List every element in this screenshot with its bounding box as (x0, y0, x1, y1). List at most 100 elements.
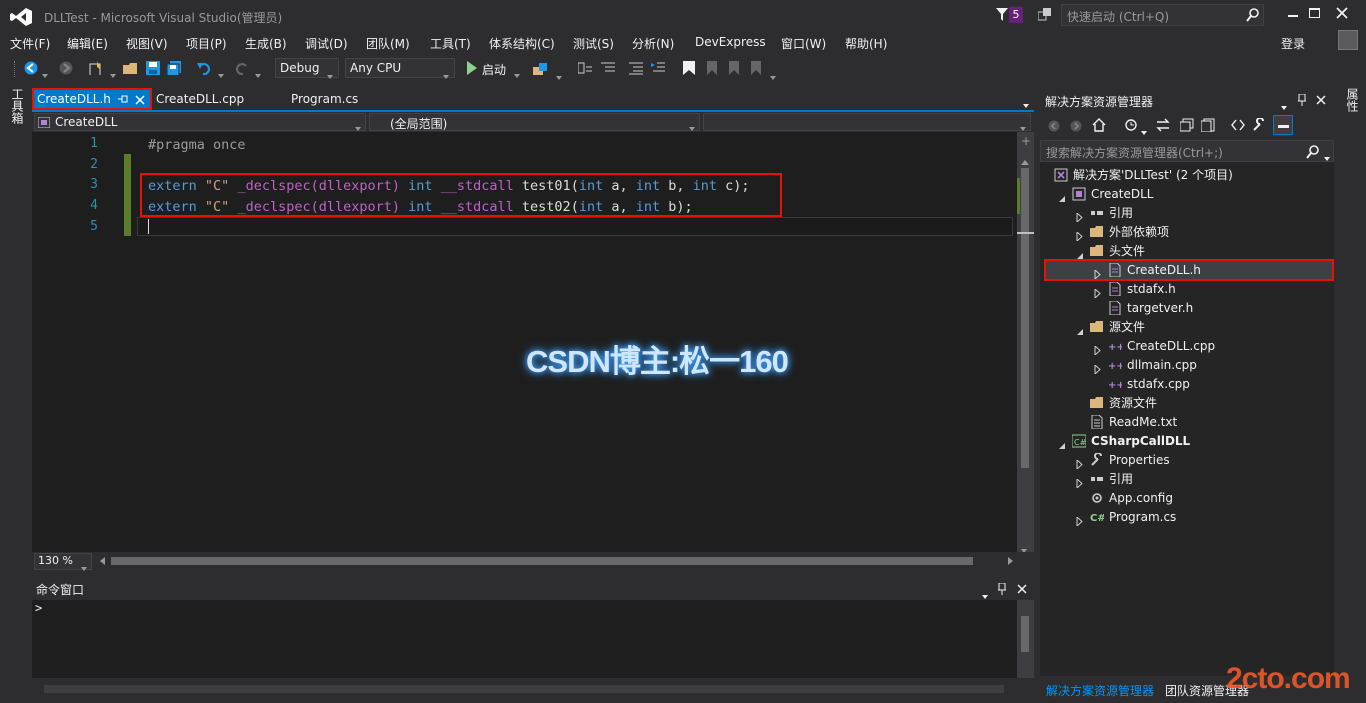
tree-row[interactable]: ReadMe.txt (1040, 413, 1334, 432)
tree-row[interactable]: 引用 (1040, 204, 1334, 224)
navigate-forward-icon[interactable] (59, 61, 73, 75)
close-window-button[interactable] (1336, 7, 1348, 19)
redo-icon[interactable] (233, 61, 247, 75)
scrollbar-thumb[interactable] (1021, 616, 1029, 652)
avatar[interactable] (1338, 30, 1358, 50)
tree-row[interactable]: CreateDLL (1040, 185, 1334, 204)
tree-row[interactable]: App.config (1040, 489, 1334, 508)
collapse-all-icon[interactable] (1180, 118, 1194, 132)
chevron-down-icon[interactable] (1141, 124, 1147, 138)
signin-link[interactable]: 登录 (1281, 35, 1305, 52)
command-horizontal-scrollbar[interactable] (32, 680, 1034, 697)
tree-row[interactable]: ++ dllmain.cpp (1040, 356, 1334, 376)
tab-createdll-cpp[interactable]: CreateDLL.cpp (156, 89, 244, 109)
zoom-dropdown[interactable]: 130 % (34, 553, 92, 571)
step-into-icon[interactable] (601, 61, 615, 75)
scroll-left-icon[interactable] (100, 557, 105, 565)
pin-icon[interactable] (118, 95, 128, 103)
notification-badge[interactable]: 5 (1009, 7, 1023, 23)
platform-dropdown[interactable]: Any CPU (345, 58, 455, 79)
close-icon[interactable] (1316, 95, 1326, 105)
sync-icon[interactable] (1156, 118, 1170, 132)
history-icon[interactable] (1124, 118, 1138, 132)
prev-bookmark-icon[interactable] (705, 61, 719, 75)
tab-program-cs[interactable]: Program.cs (291, 89, 358, 109)
menu-build[interactable]: 生成(B) (245, 35, 287, 52)
show-all-files-icon[interactable] (1201, 118, 1215, 132)
solution-tree[interactable]: 解决方案'DLLTest' (2 个项目) CreateDLL 引用 外部依赖项 头文件… (1040, 166, 1334, 678)
quick-launch-box[interactable]: 快速启动 (Ctrl+Q) (1061, 4, 1264, 26)
scroll-right-icon[interactable] (1008, 557, 1013, 565)
tree-row[interactable]: C# CSharpCallDLL (1040, 432, 1334, 451)
view-code-icon[interactable] (1231, 118, 1245, 132)
close-tab-icon[interactable] (135, 95, 145, 105)
minimize-button[interactable] (1284, 4, 1302, 24)
command-vertical-scrollbar[interactable] (1017, 600, 1034, 678)
menu-test[interactable]: 测试(S) (573, 35, 614, 52)
menu-edit[interactable]: 编辑(E) (67, 35, 108, 52)
tree-row[interactable]: targetver.h (1040, 299, 1334, 318)
search-icon[interactable] (1246, 8, 1260, 22)
properties-wrench-icon[interactable] (1252, 118, 1266, 132)
solution-search-box[interactable]: 搜索解决方案资源管理器(Ctrl+;) (1040, 140, 1334, 162)
menu-help[interactable]: 帮助(H) (845, 35, 887, 52)
close-icon[interactable] (1017, 584, 1027, 594)
tree-row[interactable]: Properties (1040, 451, 1334, 471)
feedback-icon[interactable] (1038, 8, 1052, 22)
split-icon[interactable]: + (1021, 135, 1031, 147)
back-icon[interactable] (1048, 120, 1060, 132)
scrollbar-track[interactable] (44, 685, 1004, 693)
start-debugging-button[interactable]: 启动 (464, 58, 526, 78)
chevron-down-icon[interactable] (218, 67, 224, 81)
filter-icon[interactable] (996, 8, 1008, 22)
chevron-down-icon[interactable] (110, 67, 116, 81)
solution-config-dropdown[interactable]: Debug (275, 58, 339, 79)
tree-row[interactable]: 外部依赖项 (1040, 223, 1334, 243)
tree-row[interactable]: 源文件 (1040, 318, 1334, 337)
project-scope-dropdown[interactable]: CreateDLL (34, 113, 366, 131)
chevron-down-icon[interactable] (1324, 150, 1330, 164)
menu-project[interactable]: 项目(P) (186, 35, 227, 52)
scrollbar-thumb[interactable] (1021, 168, 1029, 468)
chevron-down-icon[interactable] (42, 67, 48, 81)
tree-row[interactable]: stdafx.h (1040, 280, 1334, 300)
command-window-body[interactable]: > (32, 600, 1034, 678)
editor-vertical-scrollbar[interactable]: + (1017, 132, 1034, 553)
tree-row[interactable]: 解决方案'DLLTest' (2 个项目) (1040, 166, 1334, 185)
home-icon[interactable] (1092, 118, 1106, 132)
tree-row[interactable]: ++ stdafx.cpp (1040, 375, 1334, 394)
search-icon[interactable] (1306, 145, 1320, 159)
collapsed-arrow-icon[interactable] (1076, 513, 1084, 532)
menu-tools[interactable]: 工具(T) (430, 35, 471, 52)
code-line[interactable]: #pragma once (148, 137, 246, 153)
solution-search-input[interactable]: 搜索解决方案资源管理器(Ctrl+;) (1046, 144, 1223, 161)
new-project-icon[interactable] (88, 61, 102, 75)
uncomment-icon[interactable] (651, 61, 665, 75)
member-dropdown[interactable] (703, 113, 1031, 131)
navigate-back-icon[interactable] (24, 61, 38, 75)
quick-launch-input[interactable]: 快速启动 (Ctrl+Q) (1067, 8, 1169, 25)
menu-analyze[interactable]: 分析(N) (632, 35, 674, 52)
scope-dropdown[interactable]: (全局范围) (369, 113, 700, 131)
forward-icon[interactable] (1070, 120, 1082, 132)
tree-row[interactable]: 资源文件 (1040, 394, 1334, 413)
chevron-down-icon[interactable] (1281, 99, 1287, 113)
toolbar-overflow-icon[interactable] (770, 69, 776, 83)
clear-bookmarks-icon[interactable] (749, 61, 763, 75)
tab-overflow-icon[interactable] (1023, 97, 1029, 111)
menu-file[interactable]: 文件(F) (10, 35, 50, 52)
menu-window[interactable]: 窗口(W) (781, 35, 826, 52)
chevron-up-icon[interactable] (1021, 154, 1029, 168)
menu-architecture[interactable]: 体系结构(C) (489, 35, 555, 52)
menu-team[interactable]: 团队(M) (366, 35, 410, 52)
chevron-down-icon[interactable] (556, 69, 562, 83)
next-bookmark-icon[interactable] (727, 61, 741, 75)
properties-tab[interactable]: 属性 (1344, 88, 1359, 112)
undo-icon[interactable] (197, 61, 211, 75)
bookmark-icon[interactable] (683, 61, 697, 75)
tab-solution-explorer[interactable]: 解决方案资源管理器 (1046, 682, 1154, 699)
chevron-down-icon[interactable] (255, 67, 261, 81)
tree-row[interactable]: CreateDLL.h (1040, 259, 1334, 281)
menu-devexpress[interactable]: DevExpress (695, 35, 766, 49)
pin-icon[interactable] (1298, 94, 1306, 106)
